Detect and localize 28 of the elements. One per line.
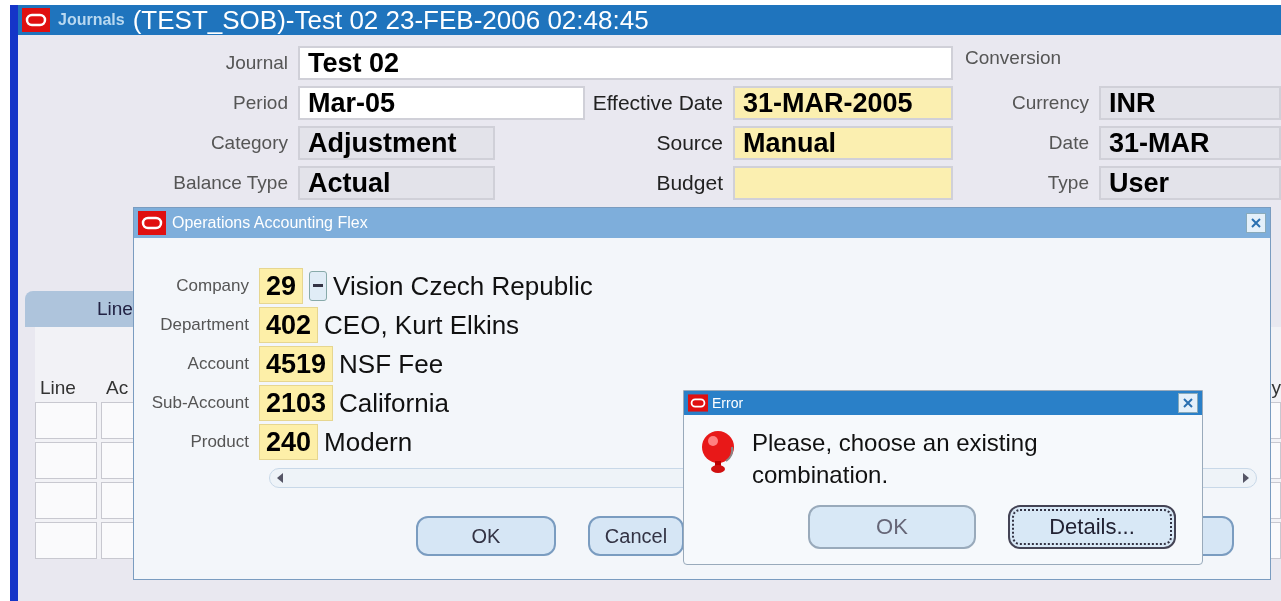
column-header: Ac (105, 377, 130, 399)
field-label: Period (232, 92, 289, 114)
field-label: Currency (1010, 92, 1090, 114)
window-title: (TEST_SOB)-Test 02 23-FEB-2006 02:48:45 (132, 4, 649, 36)
field-label: Budget (655, 171, 724, 195)
field-label: Date (1047, 132, 1090, 154)
segment-label: Account (186, 354, 250, 374)
field-label: Effective Date (591, 91, 724, 115)
app-name: Journals (58, 11, 125, 29)
column-header: Line (39, 377, 77, 399)
segment-description: Vision Czech Republic (333, 270, 593, 302)
field-label: Source (655, 131, 724, 155)
column-header: y (1270, 377, 1281, 399)
segment-description: California (339, 387, 449, 419)
field-label: Type (1046, 172, 1090, 194)
error-message: Please, choose an existing combination. (752, 428, 1039, 490)
segment-description: CEO, Kurt Elkins (324, 309, 520, 341)
segment-label: Product (189, 432, 250, 452)
field-label: Journal (224, 52, 289, 74)
segment-label: Company (175, 276, 250, 296)
section-title: Conversion (964, 46, 1063, 69)
field-label: Balance Type (172, 172, 289, 194)
dialog-title: Operations Accounting Flex (172, 214, 368, 232)
segment-description: NSF Fee (339, 348, 444, 380)
dialog-title: Error (712, 395, 744, 411)
field-label: Category (209, 132, 289, 154)
segment-description: Modern (324, 426, 413, 458)
segment-label: Sub-Account (150, 393, 250, 413)
